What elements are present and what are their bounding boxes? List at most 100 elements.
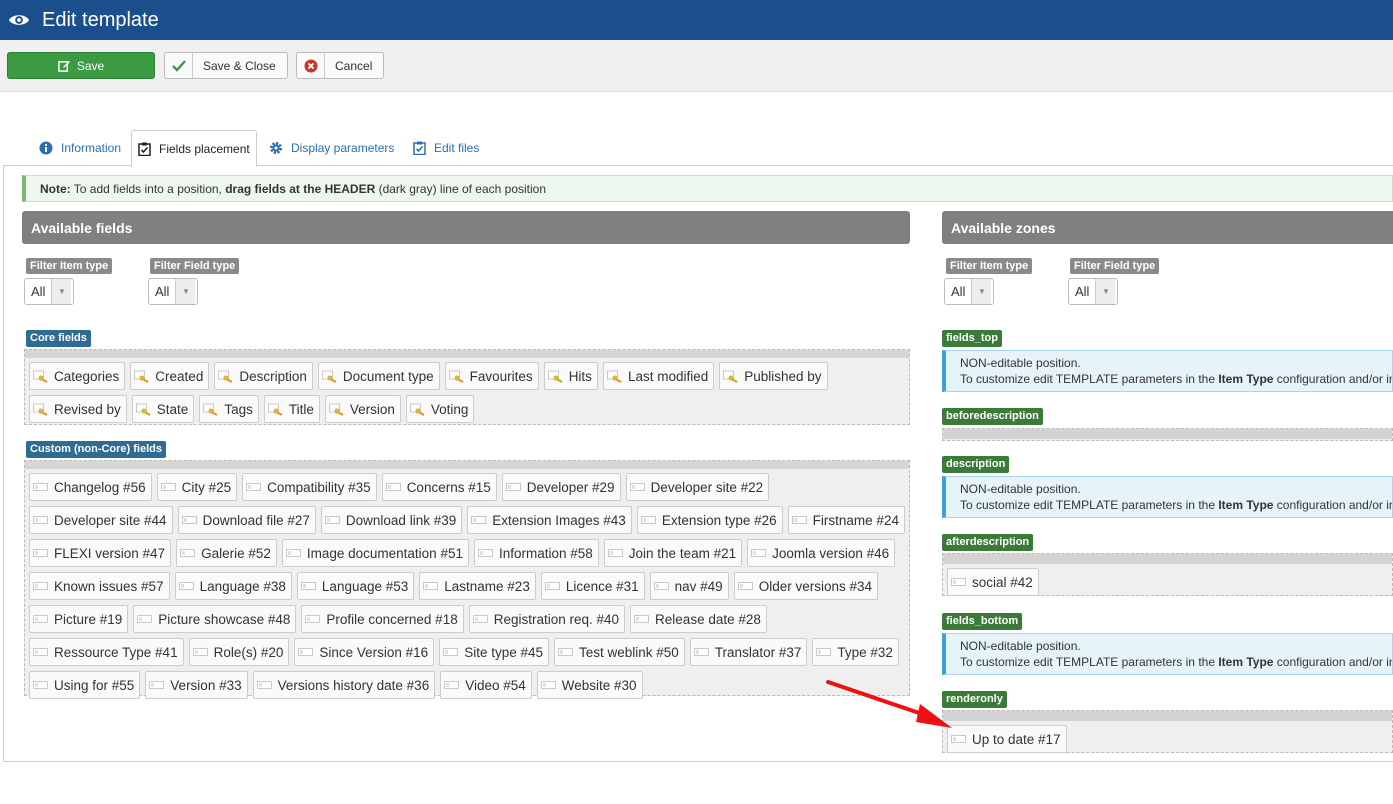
field-chip[interactable]: Changelog #56 (29, 473, 152, 501)
tab-information[interactable]: Information (33, 130, 127, 166)
zone-filter-item-type-select[interactable]: All ▼ (944, 278, 994, 305)
field-chip[interactable]: Version (324, 395, 401, 423)
field-chip[interactable]: Registration req. #40 (468, 605, 626, 633)
field-chip[interactable]: Site type #45 (439, 638, 549, 666)
core-field-key-icon (723, 369, 739, 383)
field-chip[interactable]: Older versions #34 (733, 572, 878, 600)
field-chip[interactable]: Ressource Type #41 (29, 638, 184, 666)
field-icon (471, 515, 487, 525)
field-chip-label: Image documentation #51 (306, 545, 463, 561)
field-chip[interactable]: Website #30 (536, 671, 643, 699)
field-chip-label: State (156, 401, 189, 417)
field-chip[interactable]: Download file #27 (177, 506, 316, 534)
field-chip[interactable]: Profile concerned #18 (301, 605, 464, 633)
zone-noneditable-fields-top: NON-editable position. To customize edit… (942, 350, 1393, 392)
field-chip-label: Profile concerned #18 (326, 611, 458, 627)
field-chip[interactable]: Title (263, 395, 320, 423)
field-chip[interactable]: Extension Images #43 (467, 506, 632, 534)
core-field-key-icon (321, 369, 338, 383)
field-chip[interactable]: Galerie #52 (176, 539, 277, 567)
field-chip[interactable]: Last modified (602, 362, 715, 390)
core-field-key-icon (606, 369, 623, 383)
field-icon (298, 647, 314, 657)
field-chip[interactable]: Tags (199, 395, 259, 423)
save-close-button[interactable]: Save & Close (164, 52, 288, 79)
field-chip[interactable]: Using for #55 (29, 671, 141, 699)
tab-fields-placement[interactable]: Fields placement (131, 130, 257, 167)
custom-fields-box: Changelog #56 City #25 Compatibility #35 Co… (24, 460, 910, 699)
drag-header[interactable] (943, 711, 1392, 721)
field-chip[interactable]: State (131, 395, 195, 423)
field-chip-label: Role(s) #20 (213, 644, 284, 660)
tab-edit-files[interactable]: Edit files (407, 130, 485, 166)
drag-header[interactable] (25, 350, 909, 358)
field-chip[interactable]: Joomla version #46 (747, 539, 896, 567)
field-chip[interactable]: Favourites (444, 362, 539, 390)
field-chip[interactable]: Language #38 (174, 572, 292, 600)
field-chip[interactable]: Developer site #22 (625, 473, 770, 501)
available-fields-header: Available fields (22, 211, 910, 244)
field-icon (180, 548, 196, 558)
field-chip[interactable]: Image documentation #51 (281, 539, 469, 567)
field-chip[interactable]: Extension type #26 (636, 506, 783, 534)
field-chip[interactable]: Categories (29, 362, 126, 390)
tab-display-parameters[interactable]: Display parameters (263, 130, 400, 166)
field-chip-label: Extension type #26 (661, 512, 777, 528)
field-icon (653, 581, 670, 591)
filter-field-type-select[interactable]: All ▼ (148, 278, 198, 305)
field-chip[interactable]: FLEXI version #47 (29, 539, 172, 567)
field-chip[interactable]: Versions history date #36 (252, 671, 436, 699)
filter-item-type-select[interactable]: All ▼ (24, 278, 74, 305)
field-chip[interactable]: Voting (405, 395, 475, 423)
cancel-button[interactable]: Cancel (296, 52, 384, 79)
field-chip[interactable]: Lastname #23 (419, 572, 536, 600)
field-chip[interactable]: Language #53 (296, 572, 415, 600)
field-chip[interactable]: Developer #29 (501, 473, 621, 501)
drag-header[interactable] (943, 554, 1392, 564)
field-chip[interactable]: Information #58 (473, 539, 599, 567)
field-chip-label: Version #33 (170, 677, 242, 693)
save-button[interactable]: Save (7, 52, 155, 79)
field-chip[interactable]: Picture showcase #48 (133, 605, 297, 633)
field-chip[interactable]: nav #49 (649, 572, 729, 600)
field-chip[interactable]: Created (130, 362, 210, 390)
field-chip[interactable]: Published by (719, 362, 828, 390)
field-chip[interactable]: Revised by (29, 395, 127, 423)
field-chip[interactable]: Version #33 (145, 671, 248, 699)
field-chip-label: Developer #29 (526, 479, 615, 495)
field-chip[interactable]: Type #32 (812, 638, 899, 666)
checkmark-icon (171, 59, 186, 72)
field-chip[interactable]: Release date #28 (630, 605, 767, 633)
field-chip[interactable]: Concerns #15 (381, 473, 497, 501)
field-chip[interactable]: Licence #31 (540, 572, 645, 600)
field-chip[interactable]: Video #54 (440, 671, 532, 699)
field-chip[interactable]: Since Version #16 (294, 638, 435, 666)
field-chip-label: Document type (342, 368, 434, 384)
field-chip[interactable]: Up to date #17 (947, 725, 1067, 753)
field-chip[interactable]: social #42 (947, 568, 1039, 596)
field-icon (33, 680, 49, 690)
field-chip[interactable]: Download link #39 (320, 506, 463, 534)
field-chip[interactable]: Document type (317, 362, 440, 390)
custom-fields-label: Custom (non-Core) fields (26, 441, 166, 458)
zone-label-fields-top: fields_top (942, 330, 1002, 347)
zone-filter-field-type-select[interactable]: All ▼ (1068, 278, 1118, 305)
field-chip[interactable]: Picture #19 (29, 605, 129, 633)
field-chip[interactable]: Compatibility #35 (242, 473, 377, 501)
field-chip[interactable]: Developer site #44 (29, 506, 173, 534)
core-field-key-icon (409, 402, 426, 416)
field-chip[interactable]: Firstname #24 (787, 506, 905, 534)
field-chip-label: Website #30 (561, 677, 637, 693)
field-chip[interactable]: Translator #37 (689, 638, 808, 666)
clipboard-check-icon (413, 141, 426, 155)
drag-header[interactable] (943, 429, 1392, 439)
field-chip[interactable]: Test weblink #50 (554, 638, 685, 666)
field-chip[interactable]: Role(s) #20 (188, 638, 290, 666)
field-chip[interactable]: City #25 (156, 473, 238, 501)
field-chip[interactable]: Description (214, 362, 313, 390)
field-chip[interactable]: Known issues #57 (29, 572, 170, 600)
drag-header[interactable] (25, 461, 909, 469)
field-icon (33, 647, 49, 657)
field-chip[interactable]: Hits (543, 362, 598, 390)
field-chip[interactable]: Join the team #21 (603, 539, 743, 567)
